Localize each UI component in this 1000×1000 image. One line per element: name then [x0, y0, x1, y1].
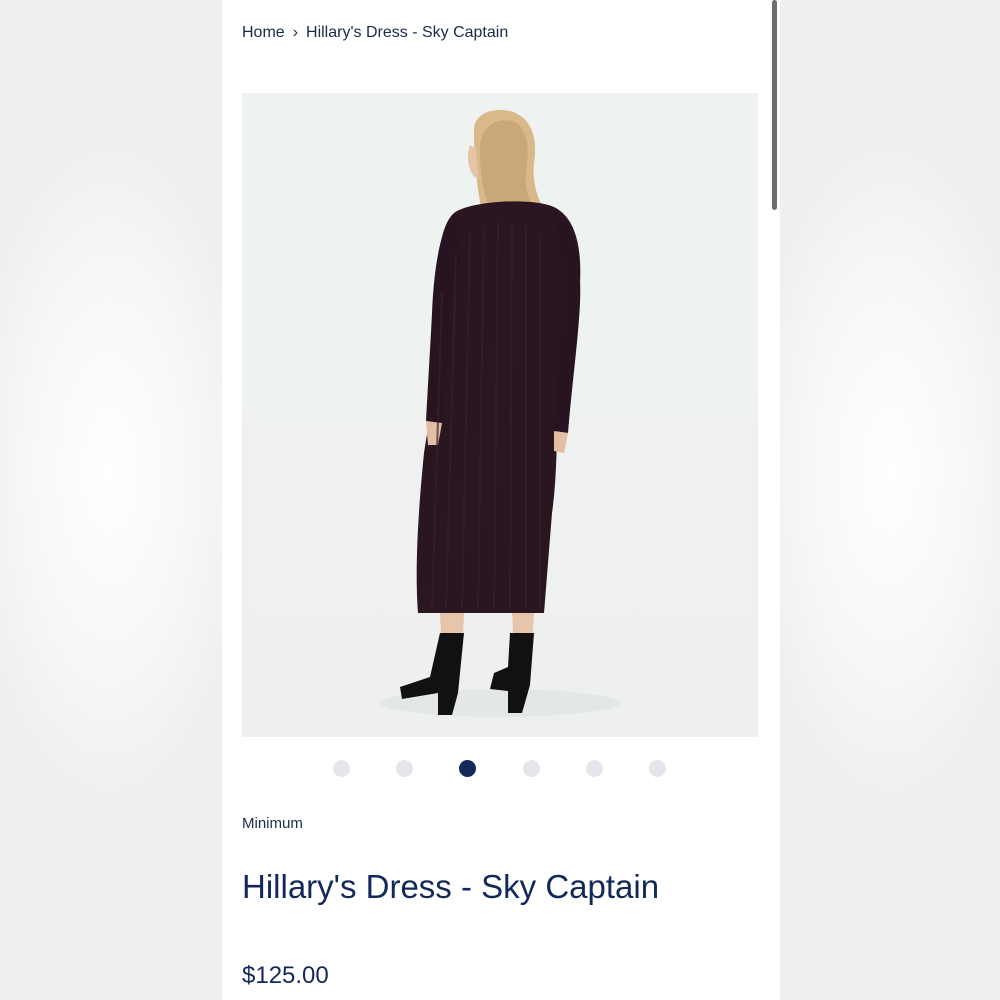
carousel-dot[interactable] [333, 760, 350, 777]
breadcrumb-home-link[interactable]: Home [242, 24, 285, 41]
breadcrumb-current: Hillary's Dress - Sky Captain [306, 24, 509, 41]
product-price: $125.00 [242, 962, 329, 989]
carousel-dot[interactable] [586, 760, 603, 777]
background-blur-left [0, 0, 222, 1000]
product-image[interactable] [242, 93, 758, 737]
carousel-dot[interactable] [523, 760, 540, 777]
breadcrumb-separator: › [292, 24, 299, 41]
carousel-dot[interactable] [396, 760, 413, 777]
background-blur-right [780, 0, 1000, 1000]
model-photo [380, 109, 620, 717]
product-page: Home › Hillary's Dress - Sky Captain Min… [222, 0, 780, 1000]
scrollbar[interactable] [772, 0, 777, 210]
product-vendor: Minimum [242, 815, 303, 832]
carousel-dot[interactable] [649, 760, 666, 777]
breadcrumb: Home › Hillary's Dress - Sky Captain [242, 24, 508, 42]
carousel-dot-active[interactable] [459, 760, 476, 777]
product-title: Hillary's Dress - Sky Captain [242, 868, 660, 905]
